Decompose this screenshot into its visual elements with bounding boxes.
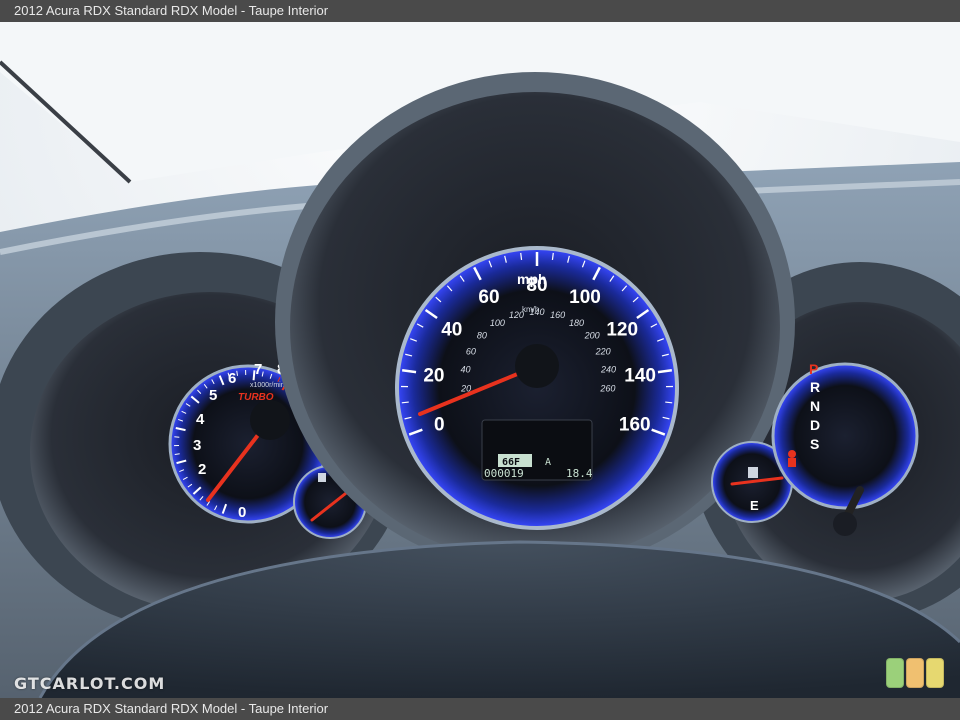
dashboard-photo: 0 2 3 4 5 6 7 8 x1000r/min TURBO — [0, 22, 960, 698]
seatbelt-warning-icon — [788, 450, 796, 467]
mph-label: 100 — [569, 287, 601, 308]
kmh-label: 240 — [600, 364, 616, 374]
kmh-label: 100 — [490, 318, 505, 328]
mph-label: 140 — [624, 365, 656, 386]
mph-label: 20 — [423, 365, 444, 386]
fuel-empty-label: E — [750, 498, 759, 513]
mph-label: 160 — [619, 415, 651, 436]
trip-value: 18.4 — [566, 467, 593, 480]
speedo-tick — [520, 252, 523, 260]
kmh-label: 60 — [466, 346, 476, 356]
tach-tick — [174, 453, 180, 455]
odometer-display: 66F A 000019 18.4 — [481, 419, 593, 481]
kmh-label: 80 — [477, 330, 487, 340]
kmh-label: 160 — [550, 310, 565, 320]
mph-label: 60 — [478, 287, 499, 308]
kmh-label: 220 — [595, 346, 611, 356]
kmh-label: 40 — [460, 364, 470, 374]
tach-label-3: 3 — [193, 437, 201, 454]
gear-R: R — [810, 379, 820, 395]
odometer-value: 000019 — [484, 467, 524, 480]
caption-bottom: 2012 Acura RDX Standard RDX Model - Taup… — [0, 698, 960, 720]
kmh-label: 200 — [584, 330, 600, 340]
trip-mode: A — [545, 457, 551, 468]
speed-unit-kmh: km/h — [522, 305, 539, 314]
tach-label-6: 6 — [228, 370, 236, 387]
tach-label-2: 2 — [198, 461, 206, 478]
speedo-tick — [401, 401, 409, 404]
tach-label-0: 0 — [238, 504, 246, 521]
gear-S: S — [810, 436, 819, 452]
tach-label-4: 4 — [196, 411, 205, 428]
mph-label: 0 — [434, 415, 445, 436]
mph-label: 40 — [441, 319, 462, 340]
gear-D: D — [810, 417, 820, 433]
traffic-light-badge-icon — [886, 658, 944, 688]
gear-P: P — [809, 361, 818, 377]
speedo-tick — [551, 252, 554, 260]
watermark-logo: GTCARLOT.COM — [14, 674, 166, 693]
speed-unit-mph: mph — [517, 271, 547, 287]
speedometer: 020406080100120140160 20406080100120 140 1… — [395, 246, 679, 530]
mph-label: 120 — [606, 319, 638, 340]
speedo-tick — [665, 401, 673, 404]
tach-unit: x1000r/min — [250, 382, 285, 389]
tach-label-5: 5 — [209, 387, 217, 404]
kmh-label: 260 — [599, 383, 615, 393]
kmh-label: 180 — [569, 318, 584, 328]
caption-top: 2012 Acura RDX Standard RDX Model - Taup… — [0, 0, 960, 22]
gear-N: N — [810, 398, 820, 414]
fuel-pump-icon — [318, 473, 326, 482]
tach-label-7: 7 — [254, 361, 262, 378]
fuel-pump-icon — [748, 467, 758, 478]
